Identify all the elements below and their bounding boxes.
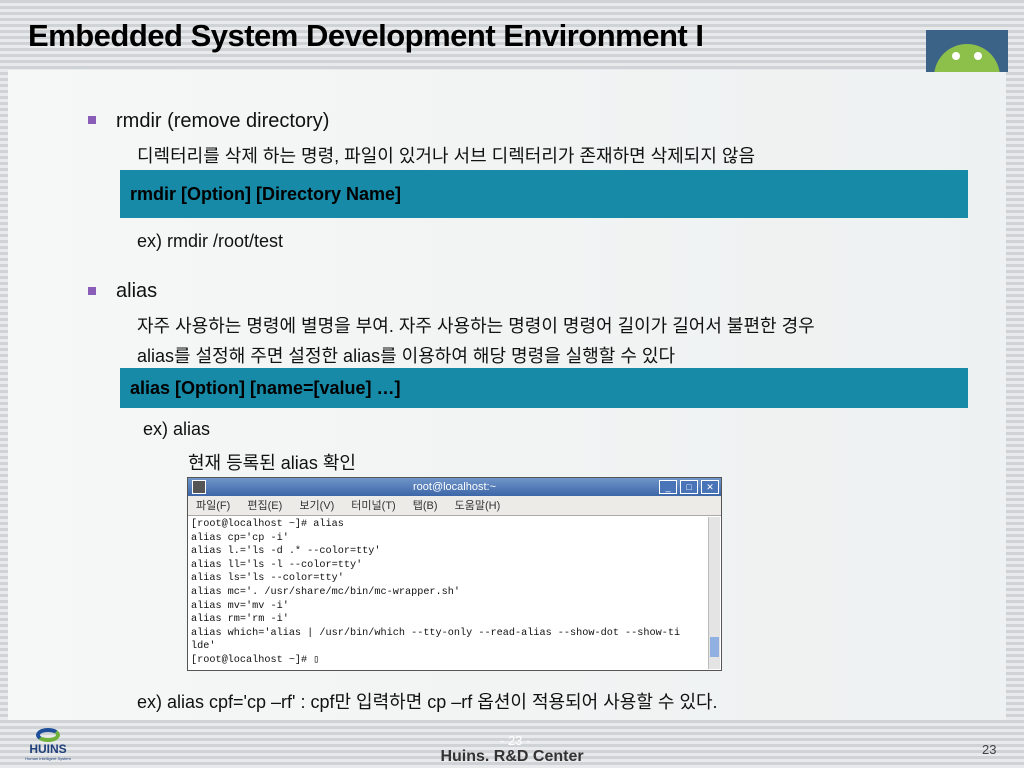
example-text: ex) alias <box>143 419 211 439</box>
section-heading: alias <box>116 280 158 302</box>
section-desc: alias를 설정해 주면 설정한 alias를 이용하여 해당 명령을 실행할… <box>137 346 676 366</box>
section-desc: 자주 사용하는 명령에 별명을 부여. 자주 사용하는 명령이 명령어 길이가 … <box>137 316 815 336</box>
minimize-button[interactable]: _ <box>659 480 677 494</box>
android-logo <box>926 30 1008 72</box>
menu-edit[interactable]: 편집(E) <box>247 500 282 512</box>
syntax-box: rmdir [Option] [Directory Name] <box>120 170 968 218</box>
page-number: 23 <box>982 742 997 757</box>
example-text: ex) rmdir /root/test <box>137 231 284 251</box>
terminal-window: root@localhost:~ _ □ ✕ 파일(F) 편집(E) 보기(V)… <box>187 477 722 671</box>
maximize-button[interactable]: □ <box>680 480 698 494</box>
section-desc: 디렉터리를 삭제 하는 명령, 파일이 있거나 서브 디렉터리가 존재하면 삭제… <box>137 146 756 166</box>
menu-view[interactable]: 보기(V) <box>299 500 334 512</box>
bullet-icon <box>88 116 96 124</box>
terminal-title: root@localhost:~ <box>412 481 496 493</box>
terminal-output[interactable]: [root@localhost ~]# alias alias cp='cp -… <box>191 518 707 668</box>
terminal-menubar: 파일(F) 편집(E) 보기(V) 터미널(T) 탭(B) 도움말(H) <box>188 496 721 516</box>
terminal-titlebar: root@localhost:~ _ □ ✕ <box>188 478 721 496</box>
menu-help[interactable]: 도움말(H) <box>455 500 501 512</box>
slide-title: Embedded System Development Environment … <box>28 18 704 53</box>
close-button[interactable]: ✕ <box>701 480 719 494</box>
menu-file[interactable]: 파일(F) <box>196 500 230 512</box>
menu-terminal[interactable]: 터미널(T) <box>351 500 395 512</box>
syntax-box: alias [Option] [name=[value] …] <box>120 368 968 408</box>
example-note: 현재 등록된 alias 확인 <box>188 453 356 473</box>
final-example: ex) alias cpf='cp –rf' : cpf만 입력하면 cp –r… <box>137 692 718 712</box>
window-menu-icon[interactable] <box>192 480 206 494</box>
terminal-scrollbar[interactable] <box>708 517 720 669</box>
section-heading: rmdir (remove directory) <box>116 110 330 132</box>
menu-tabs[interactable]: 탭(B) <box>413 500 438 512</box>
footer-center: Huins. R&D Center <box>440 748 584 765</box>
bullet-icon <box>88 287 96 295</box>
page-ghost: - 23 - <box>500 733 531 748</box>
